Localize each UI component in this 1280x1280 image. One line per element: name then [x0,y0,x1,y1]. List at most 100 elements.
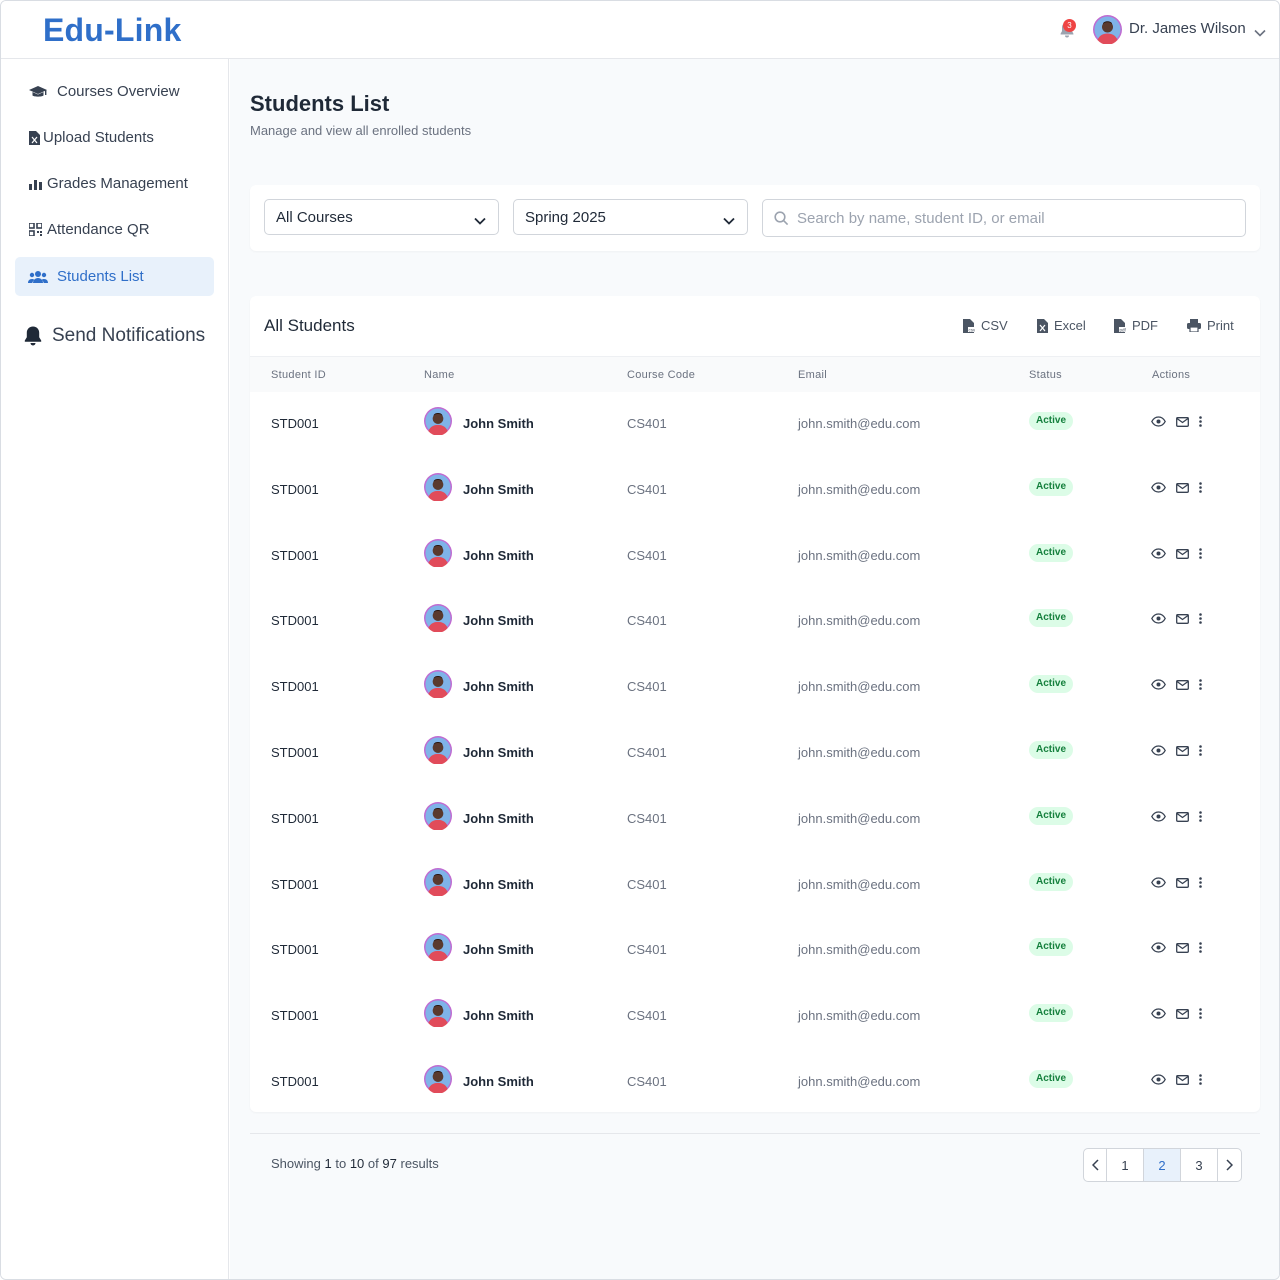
student-name[interactable]: John Smith [463,942,534,957]
status-badge: Active [1029,543,1074,562]
mail-icon[interactable] [1176,875,1189,893]
sidebar-item-grades-management[interactable]: Grades Management [15,164,214,203]
more-vertical-icon[interactable] [1199,1006,1202,1024]
mail-icon[interactable] [1176,414,1189,432]
page-button-3[interactable]: 3 [1181,1149,1218,1181]
search-input[interactable] [797,206,1237,230]
student-email[interactable]: john.smith@edu.com [798,811,920,826]
table-row[interactable]: STD001 John Smith CS401 john.smith@edu.com A… [250,721,1260,787]
more-vertical-icon[interactable] [1199,414,1202,432]
mail-icon[interactable] [1176,480,1189,498]
chevron-down-icon[interactable] [1254,24,1266,42]
student-id: STD001 [271,679,319,695]
student-name[interactable]: John Smith [463,877,534,892]
search-field[interactable] [762,199,1246,237]
status-badge: Active [1029,1070,1074,1088]
mail-icon[interactable] [1176,611,1189,629]
more-vertical-icon[interactable] [1199,611,1202,629]
table-row[interactable]: STD001 John Smith CS401 john.smith@edu.com A… [250,655,1260,721]
student-email[interactable]: john.smith@edu.com [798,613,920,628]
avatar [424,407,452,436]
export-pdf-button[interactable]: pdf PDF [1114,318,1158,333]
column-header-student-id[interactable]: Student ID [271,369,326,381]
more-vertical-icon[interactable] [1199,940,1202,958]
table-row[interactable]: STD001 John Smith CS401 john.smith@edu.com A… [250,524,1260,590]
student-name[interactable]: John Smith [463,613,534,628]
student-email[interactable]: john.smith@edu.com [798,745,920,760]
student-email[interactable]: john.smith@edu.com [798,416,920,431]
student-name[interactable]: John Smith [463,1008,534,1023]
table-row[interactable]: STD001 John Smith CS401 john.smith@edu.com A… [250,458,1260,524]
mail-icon[interactable] [1176,677,1189,695]
prev-page-button[interactable] [1084,1149,1107,1181]
more-vertical-icon[interactable] [1199,677,1202,695]
svg-text:pdf: pdf [1120,327,1127,332]
excel-file-icon [27,130,41,145]
column-header-course-code[interactable]: Course Code [627,369,695,381]
eye-icon[interactable] [1151,677,1166,695]
column-header-status[interactable]: Status [1029,369,1062,381]
eye-icon[interactable] [1151,875,1166,893]
student-email[interactable]: john.smith@edu.com [798,1074,920,1089]
student-email[interactable]: john.smith@edu.com [798,1008,920,1023]
export-csv-button[interactable]: csv CSV [963,318,1008,333]
student-name[interactable]: John Smith [463,745,534,760]
page-button-2[interactable]: 2 [1144,1149,1181,1181]
more-vertical-icon[interactable] [1199,875,1202,893]
column-header-name[interactable]: Name [424,369,455,381]
mail-icon[interactable] [1176,743,1189,761]
student-name[interactable]: John Smith [463,416,534,431]
next-page-button[interactable] [1218,1149,1241,1181]
student-email[interactable]: john.smith@edu.com [798,942,920,957]
mail-icon[interactable] [1176,1006,1189,1024]
student-email[interactable]: john.smith@edu.com [798,482,920,497]
page-button-1[interactable]: 1 [1107,1149,1144,1181]
sidebar-item-send-notifications[interactable]: Send Notifications [23,325,205,347]
semester-select[interactable]: Spring 2025 [513,199,748,235]
mail-icon[interactable] [1176,546,1189,564]
sidebar-item-courses-overview[interactable]: Courses Overview [15,72,214,111]
eye-icon[interactable] [1151,1072,1166,1090]
eye-icon[interactable] [1151,611,1166,629]
column-header-email[interactable]: Email [798,369,827,381]
course-select[interactable]: All Courses [264,199,499,235]
mail-icon[interactable] [1176,809,1189,827]
student-email[interactable]: john.smith@edu.com [798,877,920,892]
student-email[interactable]: john.smith@edu.com [798,548,920,563]
eye-icon[interactable] [1151,414,1166,432]
eye-icon[interactable] [1151,546,1166,564]
brand-logo[interactable]: Edu-Link [43,12,181,49]
more-vertical-icon[interactable] [1199,743,1202,761]
student-name[interactable]: John Smith [463,679,534,694]
sidebar-item-attendance-qr[interactable]: Attendance QR [15,210,214,249]
more-vertical-icon[interactable] [1199,480,1202,498]
student-name[interactable]: John Smith [463,548,534,563]
more-vertical-icon[interactable] [1199,1072,1202,1090]
table-row[interactable]: STD001 John Smith CS401 john.smith@edu.com A… [250,1050,1260,1116]
mail-icon[interactable] [1176,1072,1189,1090]
user-name[interactable]: Dr. James Wilson [1129,20,1246,37]
print-button[interactable]: Print [1187,318,1234,333]
avatar[interactable] [1093,15,1122,45]
table-row[interactable]: STD001 John Smith CS401 john.smith@edu.com A… [250,589,1260,655]
student-name[interactable]: John Smith [463,811,534,826]
sidebar-item-upload-students[interactable]: Upload Students [15,118,214,157]
sidebar-item-students-list[interactable]: Students List [15,257,214,296]
table-row[interactable]: STD001 John Smith CS401 john.smith@edu.com A… [250,984,1260,1050]
table-row[interactable]: STD001 John Smith CS401 john.smith@edu.com A… [250,392,1260,458]
eye-icon[interactable] [1151,480,1166,498]
table-row[interactable]: STD001 John Smith CS401 john.smith@edu.com A… [250,787,1260,853]
mail-icon[interactable] [1176,940,1189,958]
student-name[interactable]: John Smith [463,482,534,497]
eye-icon[interactable] [1151,1006,1166,1024]
table-row[interactable]: STD001 John Smith CS401 john.smith@edu.com A… [250,853,1260,919]
eye-icon[interactable] [1151,940,1166,958]
student-email[interactable]: john.smith@edu.com [798,679,920,694]
student-name[interactable]: John Smith [463,1074,534,1089]
table-row[interactable]: STD001 John Smith CS401 john.smith@edu.com A… [250,918,1260,984]
more-vertical-icon[interactable] [1199,546,1202,564]
eye-icon[interactable] [1151,743,1166,761]
eye-icon[interactable] [1151,809,1166,827]
export-excel-button[interactable]: Excel [1037,318,1086,333]
more-vertical-icon[interactable] [1199,809,1202,827]
